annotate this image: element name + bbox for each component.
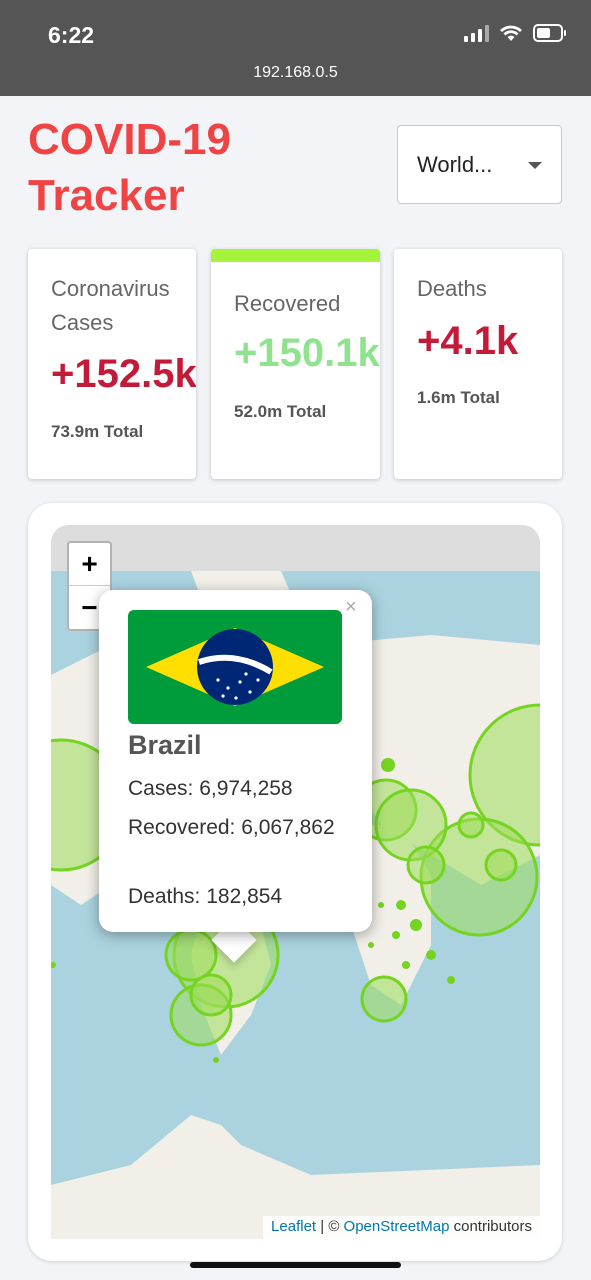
- leaflet-link[interactable]: Leaflet: [271, 1218, 316, 1235]
- brazil-flag-icon: [128, 610, 342, 724]
- chevron-down-icon: [528, 162, 542, 169]
- openstreetmap-link[interactable]: OpenStreetMap: [344, 1218, 450, 1235]
- active-indicator: [211, 249, 380, 262]
- close-icon[interactable]: ×: [345, 596, 357, 619]
- country-select-value: World...: [417, 151, 493, 177]
- deaths-value: +4.1k: [417, 319, 519, 363]
- status-time: 6:22: [48, 22, 95, 48]
- recovered-card[interactable]: Recovered +150.1k 52.0m Total: [211, 249, 380, 479]
- map-attribution: Leaflet | © OpenStreetMap contributors: [263, 1216, 540, 1239]
- wifi-icon: [499, 24, 523, 42]
- popup-recovered: Recovered: 6,067,862: [128, 816, 335, 839]
- cases-value: +152.5k: [51, 352, 196, 396]
- address-url[interactable]: 192.168.0.5: [0, 64, 591, 82]
- signal-icon: [464, 24, 489, 42]
- popup-country-name: Brazil: [128, 730, 202, 760]
- home-indicator[interactable]: [190, 1262, 401, 1268]
- recovered-total: 52.0m Total: [234, 402, 327, 421]
- country-select[interactable]: World...: [397, 125, 562, 204]
- recovered-value: +150.1k: [234, 331, 380, 375]
- cases-total: 73.9m Total: [51, 422, 144, 441]
- deaths-label: Deaths: [417, 276, 487, 301]
- page-title: COVID-19 Tracker: [28, 115, 231, 220]
- cases-label: Coronavirus Cases: [51, 276, 170, 335]
- recovered-label: Recovered: [234, 291, 341, 316]
- popup-deaths: Deaths: 182,854: [128, 885, 283, 908]
- popup-cases: Cases: 6,974,258: [128, 777, 293, 800]
- cases-card[interactable]: Coronavirus Cases +152.5k 73.9m Total: [28, 249, 196, 479]
- zoom-in-button[interactable]: +: [69, 543, 110, 586]
- deaths-card[interactable]: Deaths +4.1k 1.6m Total: [394, 249, 562, 479]
- battery-icon: [533, 24, 567, 42]
- status-bar: 6:22 192.168.0.5: [0, 0, 591, 96]
- deaths-total: 1.6m Total: [417, 388, 500, 407]
